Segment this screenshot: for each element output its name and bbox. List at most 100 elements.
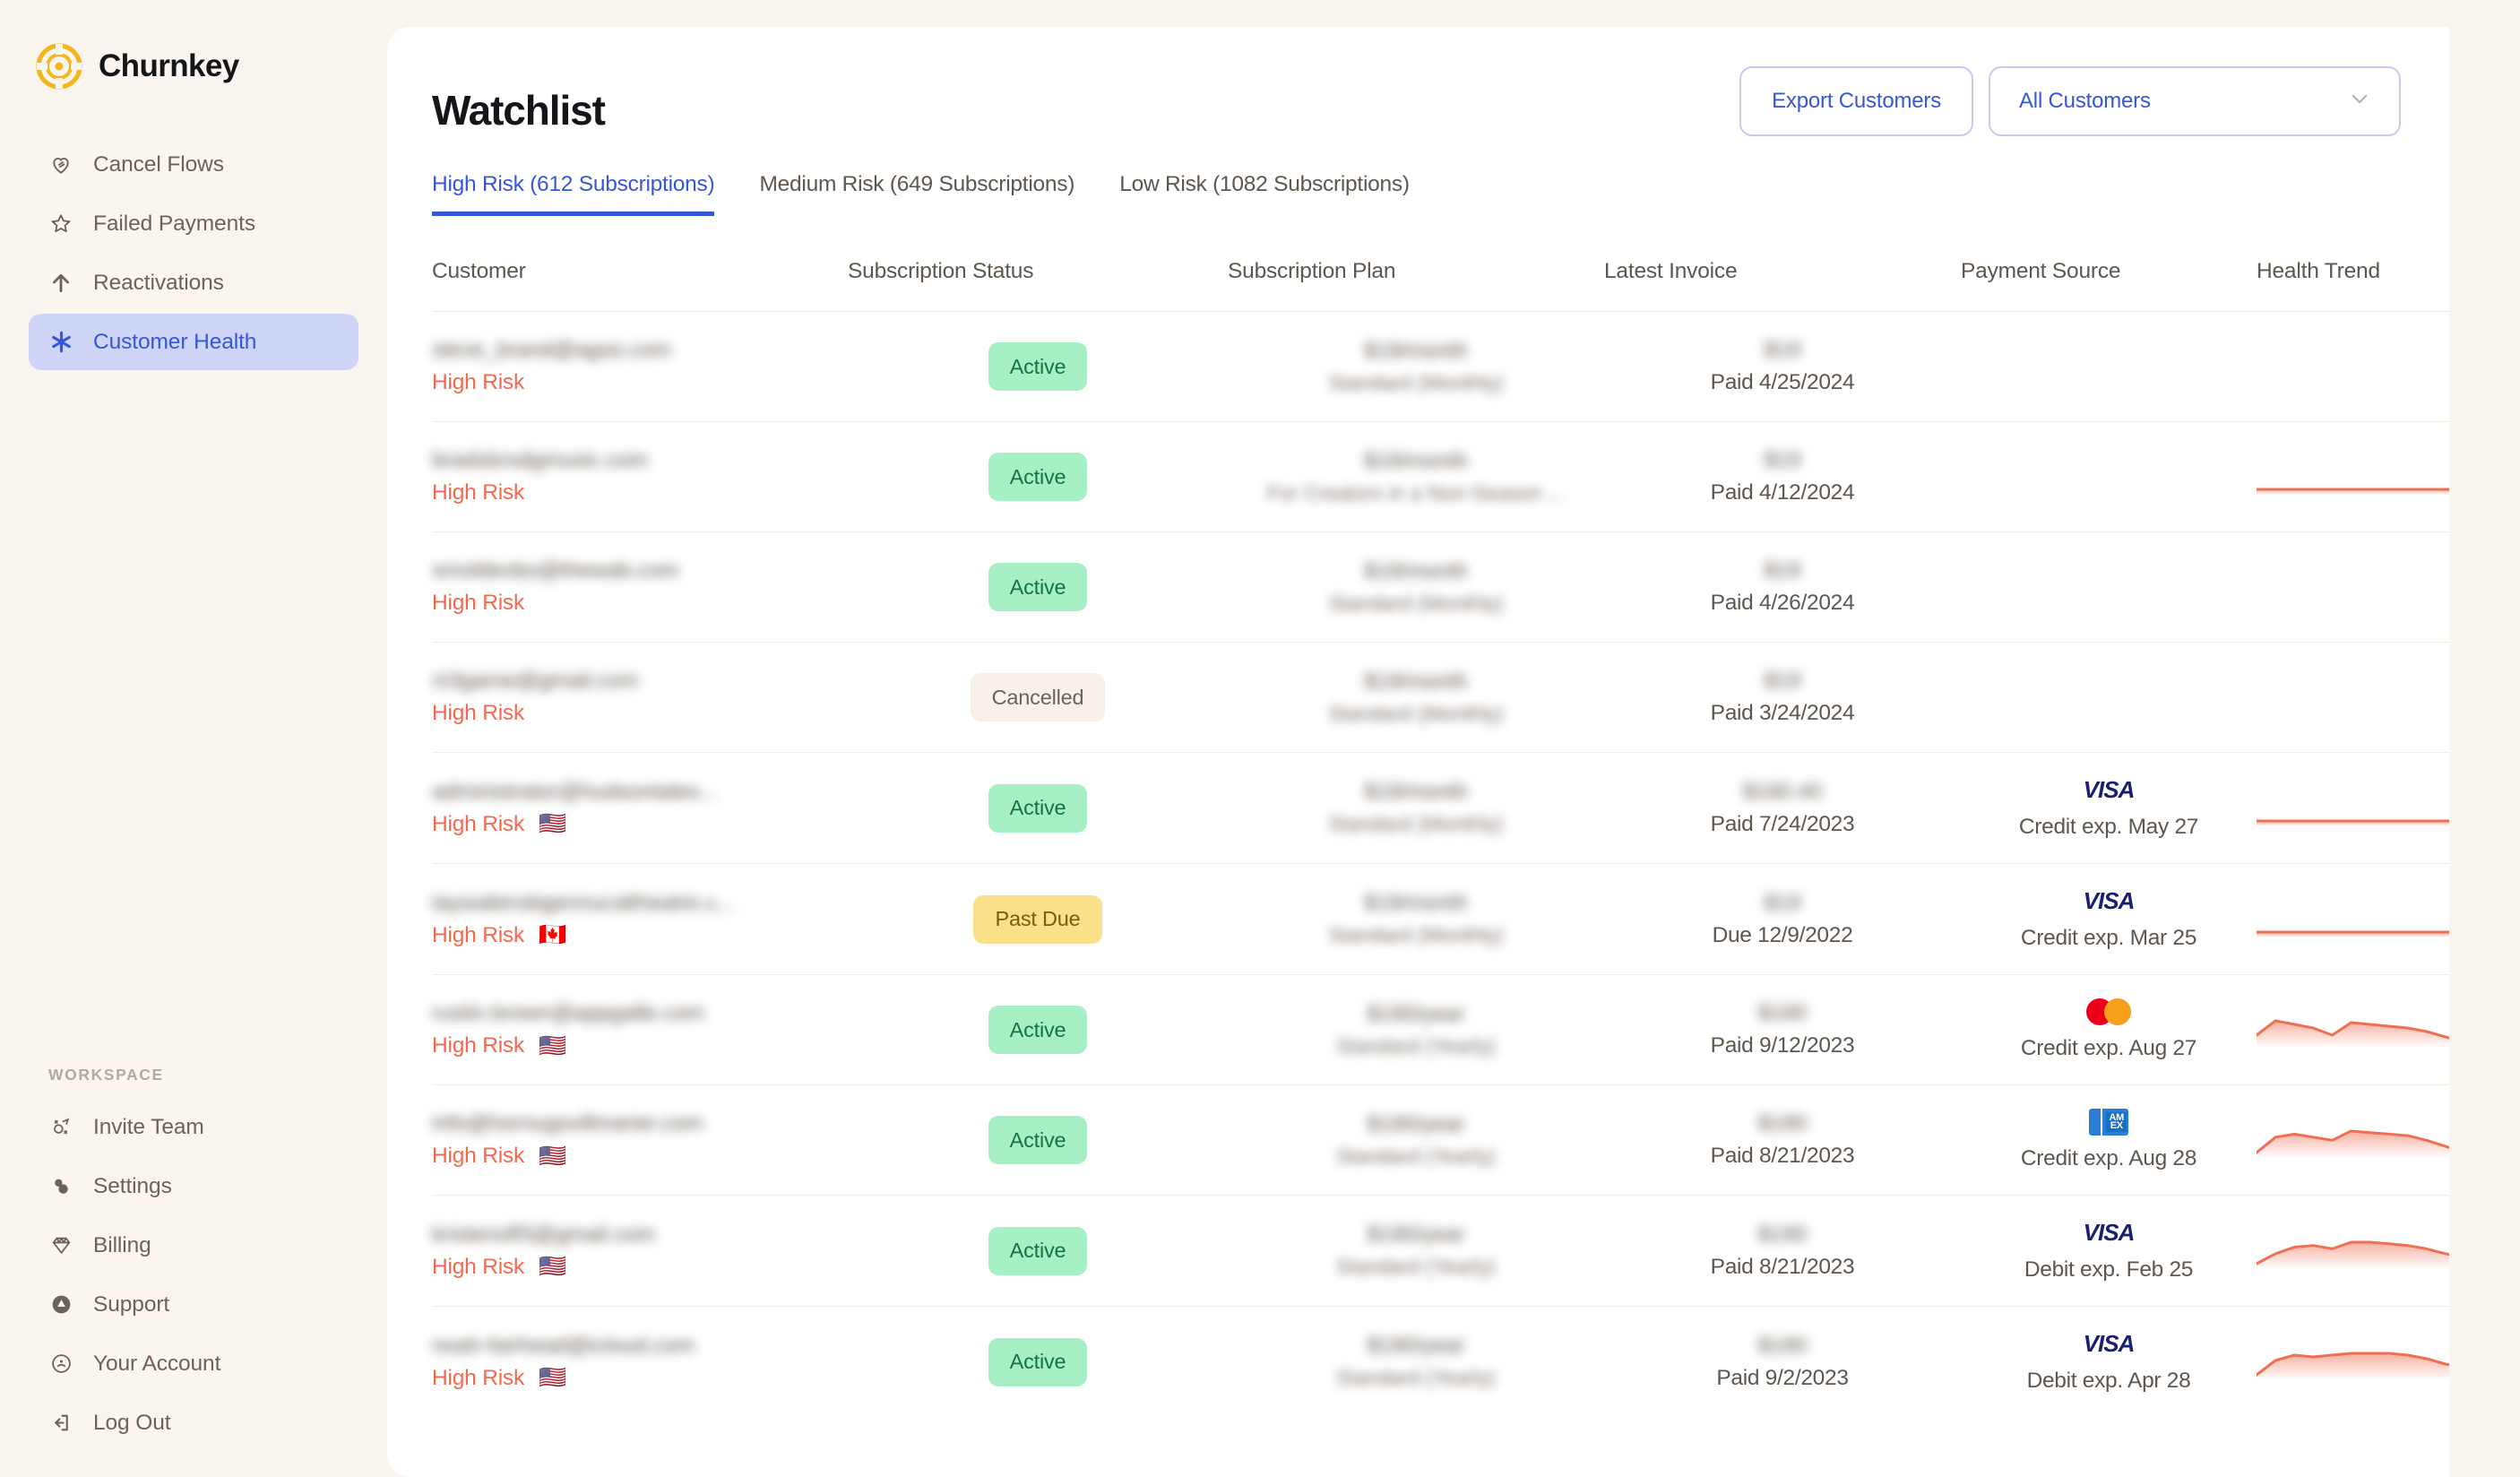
plan-price: $190/year	[1228, 1002, 1604, 1027]
risk-label: High Risk	[432, 1033, 524, 1058]
sidebar-item-label: Settings	[93, 1174, 172, 1199]
customer-filter-select[interactable]: All Customers	[1989, 66, 2401, 136]
risk-label: High Risk	[432, 1255, 524, 1280]
subscription-plan-cell: $19/month Standard (Monthly)	[1228, 312, 1604, 422]
settings-icon	[48, 1174, 73, 1199]
sidebar-item-your-account[interactable]: Your Account	[29, 1335, 358, 1392]
page-header: Watchlist Export Customers All Customers	[432, 66, 2404, 136]
risk-label: High Risk	[432, 701, 524, 726]
sidebar-item-log-out[interactable]: Log Out	[29, 1395, 358, 1451]
sidebar-item-reactivations[interactable]: Reactivations	[29, 255, 358, 311]
invoice-date: Paid 3/24/2024	[1604, 701, 1961, 726]
customer-email: ni3game@gmail.com	[432, 669, 848, 694]
health-trend-sparkline	[2257, 790, 2449, 826]
plan-price: $19/month	[1228, 891, 1604, 916]
chevron-down-icon	[2347, 86, 2372, 117]
table-row[interactable]: info@hornugsvillmarier.com High Risk 🇺🇸 …	[432, 1085, 2449, 1196]
plan-price: $190/year	[1228, 1222, 1604, 1248]
payment-source-cell	[1961, 422, 2257, 532]
sidebar-item-failed-payments[interactable]: Failed Payments	[29, 195, 358, 252]
table-row[interactable]: rustin.brown@appgalle.com High Risk 🇺🇸 A…	[432, 975, 2449, 1085]
primary-nav: Cancel Flows Failed Payments Reactivatio…	[0, 136, 387, 370]
tab-low-risk[interactable]: Low Risk (1082 Subscriptions)	[1119, 172, 1410, 216]
plan-name: Standard (Yearly)	[1228, 1366, 1604, 1390]
subscription-plan-cell: $190/year Standard (Yearly)	[1228, 1307, 1604, 1418]
tab-medium-risk[interactable]: Medium Risk (649 Subscriptions)	[759, 172, 1074, 216]
status-badge: Active	[988, 1116, 1088, 1164]
customer-email: administrator@hudsontales...	[432, 780, 848, 805]
invoice-amount: $19	[1604, 891, 1961, 916]
payment-source-cell: AMEX Credit exp. Aug 28	[1961, 1085, 2257, 1196]
invoice-date: Paid 9/12/2023	[1604, 1033, 1961, 1058]
payment-source-cell: VISA Credit exp. Mar 25	[1961, 864, 2257, 975]
health-trend-sparkline	[2257, 459, 2449, 495]
sidebar-item-label: Support	[93, 1292, 169, 1317]
invoice-date: Paid 4/12/2024	[1604, 480, 1961, 505]
table-row[interactable]: administrator@hudsontales... High Risk 🇺…	[432, 753, 2449, 864]
table-row[interactable]: kristenoff3@gmail.com High Risk 🇺🇸 Activ…	[432, 1196, 2449, 1307]
health-trend-sparkline	[2257, 1344, 2449, 1380]
invoice-amount: $19	[1604, 448, 1961, 473]
sidebar: Churnkey Cancel Flows Failed Pay	[0, 0, 387, 1477]
payment-source-cell: VISA Debit exp. Apr 28	[1961, 1307, 2257, 1418]
latest-invoice-cell: $19 Paid 4/25/2024	[1604, 312, 1961, 422]
payment-source-cell	[1961, 532, 2257, 643]
sidebar-item-billing[interactable]: Billing	[29, 1217, 358, 1274]
invoice-date: Paid 4/26/2024	[1604, 591, 1961, 616]
status-badge: Cancelled	[971, 673, 1106, 721]
risk-label: High Risk	[432, 370, 524, 395]
export-customers-button[interactable]: Export Customers	[1739, 66, 1973, 136]
visa-icon: VISA	[2084, 776, 2135, 804]
payment-source-cell	[1961, 312, 2257, 422]
invoice-date: Paid 8/21/2023	[1604, 1255, 1961, 1280]
subscription-plan-cell: $19/month For Creators in a Non-Season .…	[1228, 422, 1604, 532]
brand-name: Churnkey	[99, 48, 239, 84]
table-row[interactable]: ni3game@gmail.com High Risk Cancelled $1…	[432, 643, 2449, 753]
arrow-up-icon	[48, 271, 73, 296]
plan-name: Standard (Yearly)	[1228, 1034, 1604, 1058]
card-expiry: Credit exp. May 27	[2019, 815, 2198, 840]
country-flag-icon: 🇺🇸	[539, 1035, 566, 1058]
table-header: Customer Subscription Status Subscriptio…	[432, 239, 2449, 312]
risk-label: High Risk	[432, 480, 524, 505]
subscription-status-cell: Active	[848, 312, 1228, 422]
status-badge: Active	[988, 563, 1088, 611]
table-row[interactable]: taywabinsbgennucaltheatre.c... High Risk…	[432, 864, 2449, 975]
brand[interactable]: Churnkey	[0, 0, 387, 99]
sidebar-item-invite-team[interactable]: Invite Team	[29, 1099, 358, 1155]
visa-icon: VISA	[2084, 1219, 2135, 1247]
customer-email: noah-fairhead@icloud.com	[432, 1334, 848, 1359]
table-row[interactable]: steve_brand@agoo.com High Risk Active $1…	[432, 312, 2449, 422]
health-trend-sparkline	[2257, 902, 2449, 937]
plan-price: $19/month	[1228, 339, 1604, 364]
tab-high-risk[interactable]: High Risk (612 Subscriptions)	[432, 172, 714, 216]
subscription-status-cell: Cancelled	[848, 643, 1228, 753]
latest-invoice-cell: $19 Paid 3/24/2024	[1604, 643, 1961, 753]
workspace-heading: WORKSPACE	[29, 1066, 358, 1084]
sidebar-item-customer-health[interactable]: Customer Health	[29, 314, 358, 370]
table-row[interactable]: noah-fairhead@icloud.com High Risk 🇺🇸 Ac…	[432, 1307, 2449, 1418]
health-trend-cell	[2257, 312, 2449, 422]
logout-icon	[48, 1411, 73, 1436]
latest-invoice-cell: $19 Paid 4/26/2024	[1604, 532, 1961, 643]
table-row[interactable]: bradsbrodgmusic.com High Risk Active $19…	[432, 422, 2449, 532]
card-expiry: Debit exp. Feb 25	[2024, 1257, 2193, 1283]
customer-cell: administrator@hudsontales... High Risk 🇺…	[432, 753, 848, 864]
customer-cell: bradsbrodgmusic.com High Risk	[432, 422, 848, 532]
workspace-section: WORKSPACE Invite Team	[29, 1066, 358, 1454]
customer-cell: noah-fairhead@icloud.com High Risk 🇺🇸	[432, 1307, 848, 1418]
sidebar-item-settings[interactable]: Settings	[29, 1158, 358, 1214]
table-row[interactable]: smoldexbo@thewab.com High Risk Active $1…	[432, 532, 2449, 643]
health-trend-sparkline	[2257, 1233, 2449, 1269]
sidebar-item-support[interactable]: Support	[29, 1276, 358, 1333]
plan-price: $19/month	[1228, 669, 1604, 695]
customer-email: taywabinsbgennucaltheatre.c...	[432, 891, 848, 916]
sidebar-item-label: Cancel Flows	[93, 152, 224, 177]
latest-invoice-cell: $19 Paid 4/12/2024	[1604, 422, 1961, 532]
customer-email: info@hornugsvillmarier.com	[432, 1111, 848, 1136]
sidebar-item-cancel-flows[interactable]: Cancel Flows	[29, 136, 358, 193]
customer-cell: ni3game@gmail.com High Risk	[432, 643, 848, 753]
latest-invoice-cell: $190 Paid 8/21/2023	[1604, 1085, 1961, 1196]
health-trend-cell	[2257, 422, 2449, 532]
asterisk-icon	[48, 330, 73, 355]
